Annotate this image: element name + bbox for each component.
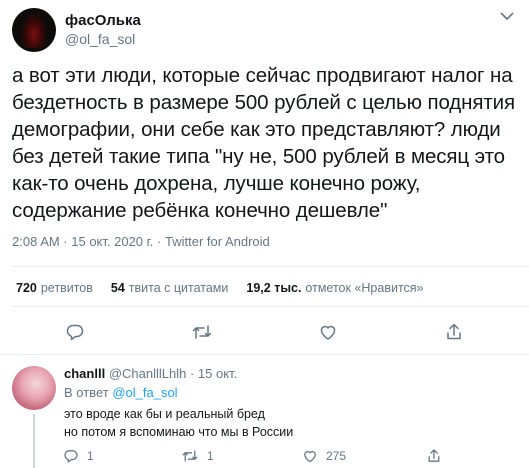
reply-to-prefix: В ответ: [64, 385, 109, 400]
author-avatar[interactable]: [12, 8, 56, 52]
reply-like-button[interactable]: 275: [302, 448, 346, 464]
like-icon: [304, 450, 316, 463]
tweet-header: фасОлька @ol_fa_sol: [12, 8, 141, 52]
likes-stat[interactable]: 19,2 тыс. отметок «Нравится»: [246, 281, 423, 295]
retweets-label: ретвитов: [40, 281, 93, 295]
likes-label: отметок «Нравится»: [305, 281, 424, 295]
retweets-count: 720: [16, 281, 37, 295]
quotes-stat[interactable]: 54 твита с цитатами: [111, 281, 229, 295]
reply-time[interactable]: · 15 окт.: [190, 366, 237, 381]
reply-to-mention[interactable]: @ol_fa_sol: [112, 385, 177, 400]
reply-replies-count: 1: [87, 449, 94, 463]
reply-retweet-button[interactable]: 1: [181, 448, 214, 464]
author-info: фасОлька @ol_fa_sol: [65, 12, 141, 48]
share-icon[interactable]: [442, 320, 466, 344]
quotes-label: твита с цитатами: [128, 281, 229, 295]
divider: [12, 306, 529, 307]
reply-likes-count: 275: [326, 449, 347, 463]
tweet-stats: 720 ретвитов 54 твита с цитатами 19,2 тыс.…: [16, 281, 442, 295]
divider: [0, 354, 529, 355]
reply-reply-button[interactable]: 1: [63, 448, 94, 464]
reply-tweet[interactable]: chanlll @ChanlllLhlh · 15 окт. В ответ @…: [0, 356, 529, 468]
divider: [12, 266, 529, 267]
reply-text-line: это вроде как бы и реальный бред: [64, 407, 265, 421]
reply-actions: 1 1 275: [0, 448, 529, 466]
meta-separator: ·: [153, 234, 165, 249]
tweet-timestamp[interactable]: 2:08 AM · 15 окт. 2020 г.: [12, 234, 153, 249]
reply-retweets-count: 1: [207, 449, 214, 463]
reply-icon[interactable]: [63, 320, 87, 344]
reply-text: это вроде как бы и реальный бред но пото…: [64, 405, 293, 441]
likes-count: 19,2 тыс.: [246, 281, 302, 295]
reply-icon: [64, 450, 78, 463]
share-icon: [428, 449, 440, 462]
author-name[interactable]: фасОлька: [65, 12, 141, 30]
reply-author-avatar[interactable]: [12, 366, 56, 410]
author-handle[interactable]: @ol_fa_sol: [65, 30, 141, 48]
reply-header: chanlll @ChanlllLhlh · 15 окт.: [64, 366, 237, 381]
tweet-text: а вот эти люди, которые сейчас продвигаю…: [12, 64, 516, 222]
retweet-icon[interactable]: [190, 320, 214, 344]
reply-share-button[interactable]: [426, 448, 442, 464]
more-options-icon[interactable]: [499, 8, 515, 24]
like-icon[interactable]: [316, 320, 340, 344]
quotes-count: 54: [110, 281, 125, 295]
tweet-actions: [0, 320, 529, 344]
reply-to: В ответ @ol_fa_sol: [64, 385, 178, 400]
retweets-stat[interactable]: 720 ретвитов: [16, 281, 93, 295]
tweet-meta: 2:08 AM · 15 окт. 2020 г. · Twitter for …: [12, 234, 270, 249]
reply-author-name[interactable]: chanlll: [64, 366, 105, 381]
reply-author-handle[interactable]: @ChanlllLhlh: [109, 366, 187, 381]
tweet-source[interactable]: Twitter for Android: [165, 234, 270, 249]
retweet-icon: [182, 450, 198, 462]
reply-text-line: но потом я вспоминаю что мы в России: [64, 425, 294, 439]
